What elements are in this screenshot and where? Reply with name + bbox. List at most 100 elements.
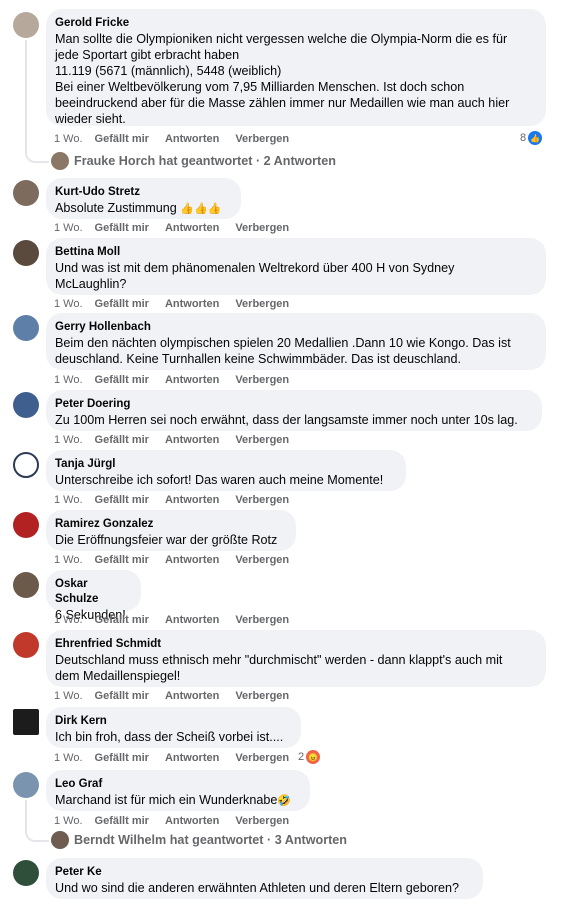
reply-button[interactable]: Antworten [165,690,219,702]
comment-actions: 1 Wo. Gefällt mir Antworten Verbergen [54,133,305,145]
comment-time[interactable]: 1 Wo. [54,298,83,310]
comment-time[interactable]: 1 Wo. [54,222,83,234]
comment-time[interactable]: 1 Wo. [54,554,83,566]
avatar[interactable] [13,315,39,341]
comment-text: Die Eröffnungsfeier war der größte Rotz [55,533,278,547]
reply-avatar [51,831,69,849]
comment-actions: 1 Wo. Gefällt mir Antworten Verbergen [54,494,305,506]
like-button[interactable]: Gefällt mir [95,815,149,827]
hide-button[interactable]: Verbergen [235,133,289,145]
comment-text: Unterschreibe ich sofort! Das waren auch… [55,473,384,487]
comment-time[interactable]: 1 Wo. [54,434,83,446]
comment-text-line: Absolute Zustimmung 👍👍👍 [55,200,229,217]
reply-button[interactable]: Antworten [165,752,219,764]
avatar[interactable] [13,860,39,886]
comment-author[interactable]: Oskar Schulze [55,577,129,607]
hide-button[interactable]: Verbergen [235,222,289,234]
hide-button[interactable]: Verbergen [235,494,289,506]
reaction-count[interactable]: 8 👍 [520,131,543,145]
comment-actions: 1 Wo. Gefällt mir Antworten Verbergen [54,374,305,386]
like-button[interactable]: Gefällt mir [95,690,149,702]
comment-text: Deutschland muss ethnisch mehr "durchmis… [55,653,503,683]
comment-bubble: Gerry Hollenbach Beim den nächten olympi… [46,313,546,370]
comment-time[interactable]: 1 Wo. [54,752,83,764]
hide-button[interactable]: Verbergen [235,752,289,764]
reply-button[interactable]: Antworten [165,298,219,310]
avatar[interactable] [13,632,39,658]
hide-button[interactable]: Verbergen [235,614,289,626]
comment-actions: 1 Wo. Gefällt mir Antworten Verbergen [54,614,305,626]
comment-bubble: Peter Ke Und wo sind die anderen erwähnt… [46,858,483,899]
avatar[interactable] [13,709,39,735]
comment-author[interactable]: Peter Ke [55,865,471,880]
reply-button[interactable]: Antworten [165,554,219,566]
like-button[interactable]: Gefällt mir [95,374,149,386]
comment-time[interactable]: 1 Wo. [54,494,83,506]
reply-button[interactable]: Antworten [165,614,219,626]
reply-button[interactable]: Antworten [165,815,219,827]
hide-button[interactable]: Verbergen [235,374,289,386]
comment-actions: 1 Wo. Gefällt mir Antworten Verbergen [54,815,305,827]
avatar[interactable] [13,240,39,266]
comment-author[interactable]: Dirk Kern [55,714,289,729]
laughing-emoji: 🤣 [277,795,292,807]
like-button[interactable]: Gefällt mir [95,222,149,234]
comment-actions: 1 Wo. Gefällt mir Antworten Verbergen [54,434,305,446]
like-button[interactable]: Gefällt mir [95,494,149,506]
reply-button[interactable]: Antworten [165,222,219,234]
comment-text: Marchand ist für mich ein Wunderknabe [55,793,278,807]
avatar[interactable] [13,452,39,478]
reply-button[interactable]: Antworten [165,133,219,145]
avatar[interactable] [13,180,39,206]
comment-time[interactable]: 1 Wo. [54,690,83,702]
comment-time[interactable]: 1 Wo. [54,374,83,386]
comment-time[interactable]: 1 Wo. [54,614,83,626]
avatar[interactable] [13,12,39,38]
like-button[interactable]: Gefällt mir [95,133,149,145]
reply-button[interactable]: Antworten [165,374,219,386]
comment-bubble: Peter Doering Zu 100m Herren sei noch er… [46,390,542,431]
comment-text: Man sollte die Olympioniken nicht verges… [55,32,510,126]
comment-author[interactable]: Gerold Fricke [55,16,534,31]
reaction-count[interactable]: 2 😠 [298,750,321,764]
view-replies-link[interactable]: Frauke Horch hat geantwortet · 2 Antwort… [51,152,336,170]
hide-button[interactable]: Verbergen [235,815,289,827]
like-button[interactable]: Gefällt mir [95,752,149,764]
reaction-number: 2 [298,751,305,763]
comment-bubble: Ramirez Gonzalez Die Eröffnungsfeier war… [46,510,296,551]
like-button[interactable]: Gefällt mir [95,434,149,446]
comment-text: Absolute Zustimmung [55,201,177,215]
comment-author[interactable]: Gerry Hollenbach [55,320,534,335]
hide-button[interactable]: Verbergen [235,298,289,310]
replies-label: Frauke Horch hat geantwortet · 2 Antwort… [74,154,336,168]
reply-button[interactable]: Antworten [165,434,219,446]
comment-author[interactable]: Bettina Moll [55,245,534,260]
hide-button[interactable]: Verbergen [235,690,289,702]
like-button[interactable]: Gefällt mir [95,554,149,566]
comment-text: Und wo sind die anderen erwähnten Athlet… [55,881,459,895]
comment-author[interactable]: Ehrenfried Schmidt [55,637,534,652]
reply-button[interactable]: Antworten [165,494,219,506]
like-button[interactable]: Gefällt mir [95,298,149,310]
thread-line [25,40,49,163]
comment-text-line: Marchand ist für mich ein Wunderknabe🤣 [55,792,298,809]
comment-author[interactable]: Kurt-Udo Stretz [55,185,229,200]
like-button[interactable]: Gefällt mir [95,614,149,626]
hide-button[interactable]: Verbergen [235,434,289,446]
avatar[interactable] [13,772,39,798]
comment-time[interactable]: 1 Wo. [54,815,83,827]
hide-button[interactable]: Verbergen [235,554,289,566]
comment-author[interactable]: Peter Doering [55,397,530,412]
avatar[interactable] [13,572,39,598]
comment-text: Zu 100m Herren sei noch erwähnt, dass de… [55,413,518,427]
avatar[interactable] [13,512,39,538]
comment-author[interactable]: Leo Graf [55,777,298,792]
replies-label: Berndt Wilhelm hat geantwortet · 3 Antwo… [74,833,347,847]
avatar[interactable] [13,392,39,418]
comment-time[interactable]: 1 Wo. [54,133,83,145]
thread-line [25,800,49,842]
angry-icon: 😠 [306,750,321,764]
comment-author[interactable]: Ramirez Gonzalez [55,517,284,532]
view-replies-link[interactable]: Berndt Wilhelm hat geantwortet · 3 Antwo… [51,831,347,849]
comment-author[interactable]: Tanja Jürgl [55,457,394,472]
